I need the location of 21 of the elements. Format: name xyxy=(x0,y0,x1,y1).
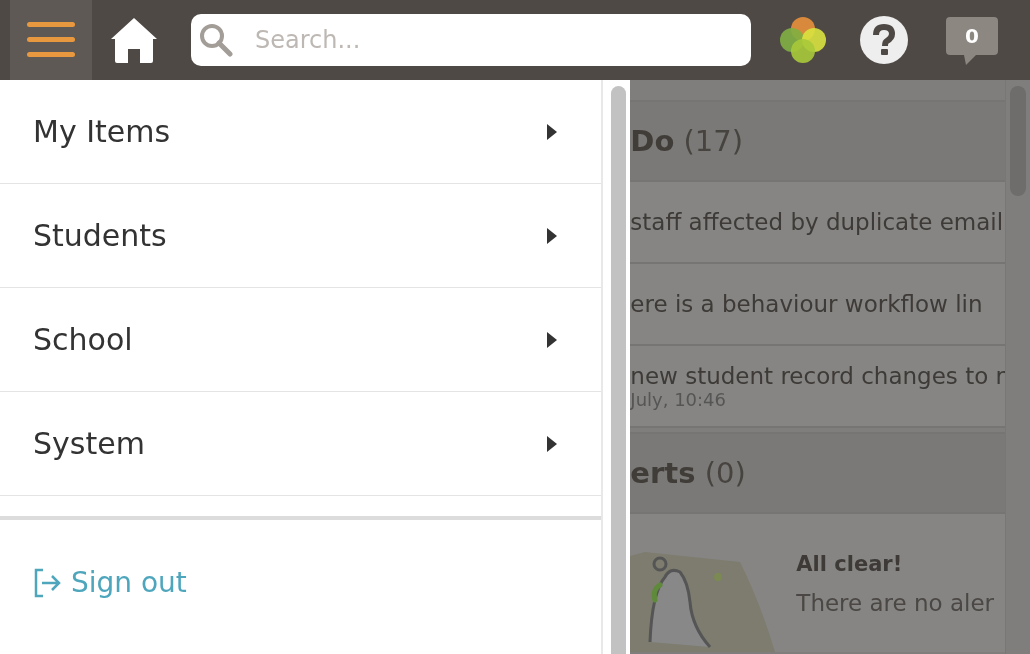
section-title: Do (17) xyxy=(630,124,744,158)
caret-icon xyxy=(546,226,559,245)
menu-icon xyxy=(26,20,76,60)
caret-icon xyxy=(546,330,559,349)
section-title: erts (0) xyxy=(630,456,746,490)
sign-out-icon xyxy=(33,567,61,598)
caret-icon xyxy=(546,122,559,141)
task-text[interactable]: staff affected by duplicate email xyxy=(630,209,1005,235)
task-text[interactable]: ere is a behaviour workflow lin xyxy=(630,291,1005,317)
task-text[interactable]: new student record changes to r xyxy=(630,362,1005,389)
alert-message: There are no aler xyxy=(796,590,995,616)
logo-icon[interactable] xyxy=(778,15,828,65)
alert-heading: All clear! xyxy=(796,552,904,576)
sign-out-link[interactable]: Sign out xyxy=(33,566,602,599)
menu-button[interactable] xyxy=(10,0,92,80)
home-icon[interactable] xyxy=(110,17,158,63)
caret-icon xyxy=(546,434,559,453)
search-icon xyxy=(199,23,233,57)
search-field[interactable]: Search... xyxy=(191,14,751,66)
help-icon[interactable] xyxy=(860,16,908,64)
scrollbar-thumb[interactable] xyxy=(611,86,627,654)
